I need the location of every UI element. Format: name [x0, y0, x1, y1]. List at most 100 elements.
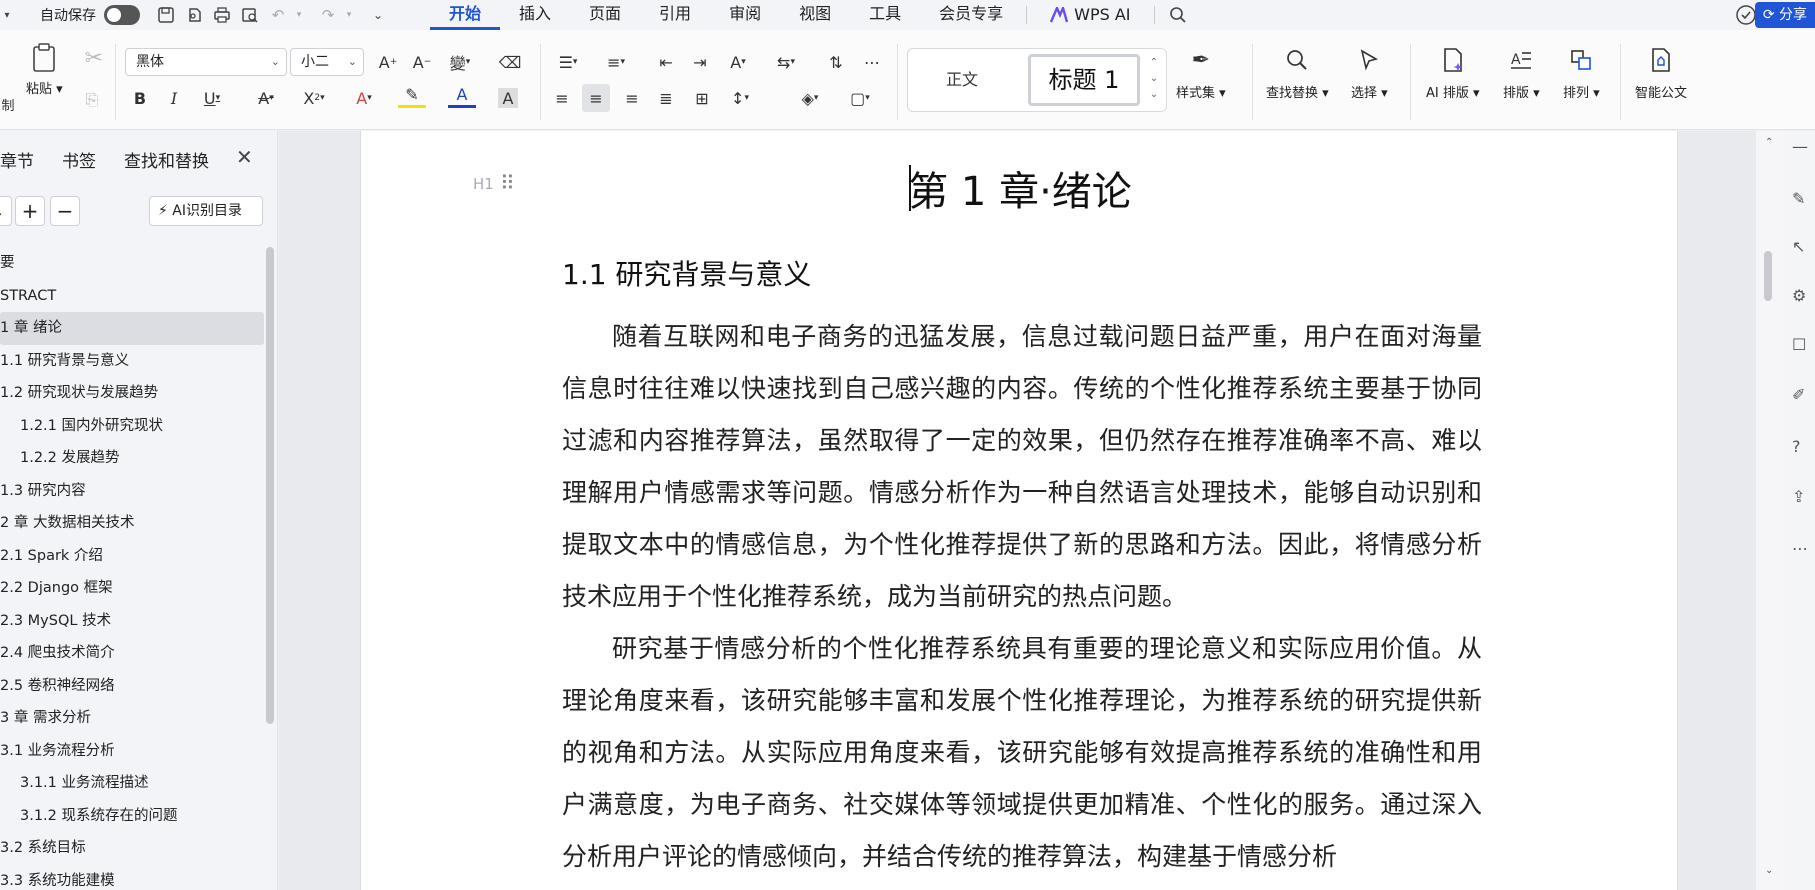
find-replace-button[interactable]: 查找替换 ▾ — [1266, 44, 1329, 101]
toc-item[interactable]: 3.1.1 业务流程描述 — [0, 767, 264, 800]
body-paragraph[interactable]: 研究基于情感分析的个性化推荐系统具有重要的理论意义和实际应用价值。从理论角度来看… — [562, 623, 1482, 883]
grow-font-icon[interactable]: A + — [374, 48, 402, 76]
text-effect-icon[interactable]: A ▾ — [350, 84, 378, 112]
ai-toc-button[interactable]: ⚡ AI识别目录 — [149, 196, 263, 226]
toc-item[interactable]: 3.2 系统目标 — [0, 832, 264, 865]
print-preview-icon[interactable] — [238, 3, 262, 27]
ai-layout-button[interactable]: AI 排版 ▾ — [1426, 44, 1480, 101]
justify-icon[interactable]: ≣ — [652, 84, 680, 112]
toc-item[interactable]: 2.1 Spark 介绍 — [0, 540, 264, 573]
toc-item[interactable]: 1.2 研究现状与发展趋势 — [0, 377, 264, 410]
distributed-icon[interactable]: ⊞ — [688, 84, 716, 112]
align-left-icon[interactable]: ≡ — [548, 84, 576, 112]
select-tool-icon[interactable]: ↖ — [1792, 237, 1805, 256]
toc-item-selected[interactable]: 1 章 绪论 — [0, 312, 264, 345]
toc-item[interactable]: 1.1 研究背景与意义 — [0, 345, 264, 378]
scroll-up-icon[interactable]: ⌃ — [1765, 137, 1773, 148]
help-icon[interactable]: ? — [1792, 437, 1801, 456]
edit-icon[interactable]: ✎ — [1792, 189, 1805, 208]
section-title[interactable]: 1.1 研究背景与意义 — [562, 253, 811, 293]
toc-item[interactable]: 1.3 研究内容 — [0, 475, 264, 508]
increase-indent-icon[interactable]: ⇥ — [686, 48, 714, 76]
toc-item[interactable]: 1.2.2 发展趋势 — [0, 442, 264, 475]
tab-bookmarks[interactable]: 书签 — [62, 147, 96, 172]
align-center-icon[interactable]: ≡ — [582, 84, 610, 112]
tab-home[interactable]: 开始 — [430, 0, 501, 30]
shading-icon[interactable]: ◈ ▾ — [796, 84, 824, 112]
tab-insert[interactable]: 插入 — [500, 0, 570, 30]
layout-button[interactable]: A 排版 ▾ — [1503, 44, 1540, 101]
bullet-list-icon[interactable]: ☰ ▾ — [554, 48, 582, 76]
scroll-down-icon[interactable]: ⌄ — [1765, 865, 1773, 876]
toc-item[interactable]: 要 — [0, 247, 264, 280]
export-pdf-icon[interactable] — [182, 3, 206, 27]
minimize-panel-icon[interactable]: — — [1792, 137, 1808, 156]
undo-icon[interactable]: ↶ — [266, 3, 290, 27]
redo-icon[interactable]: ↷ — [316, 3, 340, 27]
tab-review[interactable]: 审阅 — [710, 0, 780, 30]
line-spacing-icon[interactable]: ↕ ▾ — [726, 84, 754, 112]
decrease-indent-icon[interactable]: ⇤ — [652, 48, 680, 76]
tab-view[interactable]: 视图 — [780, 0, 850, 30]
show-marks-icon[interactable]: ⋯ — [858, 48, 886, 76]
undo-dropdown-icon[interactable]: ▾ — [294, 3, 304, 27]
customize-chevron-icon[interactable]: ⌄ — [366, 3, 390, 27]
more-icon[interactable]: ⋯ — [1792, 539, 1808, 558]
sort-icon[interactable]: ⇅ — [822, 48, 850, 76]
smart-document-button[interactable]: 智能公文 — [1635, 44, 1687, 101]
phonetic-guide-icon[interactable]: 變 ▾ — [446, 48, 474, 76]
paste-button[interactable]: 粘贴 ▾ — [26, 42, 63, 97]
strikethrough-icon[interactable]: A ▾ — [252, 84, 280, 112]
style-normal[interactable]: 正文 — [918, 57, 1006, 103]
tab-references[interactable]: 引用 — [640, 0, 710, 30]
numbered-list-icon[interactable]: ≡ ▾ — [602, 48, 630, 76]
toc-item[interactable]: 2.2 Django 框架 — [0, 572, 264, 605]
chapter-title[interactable]: 第 1 章·绪论 — [361, 159, 1679, 217]
print-icon[interactable] — [210, 3, 234, 27]
toc-item[interactable]: 3 章 需求分析 — [0, 702, 264, 735]
font-size-select[interactable]: 小二 ⌄ — [290, 48, 364, 76]
toc-item[interactable]: 2 章 大数据相关技术 — [0, 507, 264, 540]
body-paragraph[interactable]: 随着互联网和电子商务的迅猛发展，信息过载问题日益严重，用户在面对海量信息时往往难… — [562, 311, 1482, 623]
align-right-icon[interactable]: ≡ — [618, 84, 646, 112]
share-button[interactable]: ⟳ 分享 — [1754, 2, 1815, 28]
translate-icon[interactable]: ☐ — [1792, 335, 1806, 354]
font-color-icon[interactable]: A — [448, 84, 476, 108]
text-direction-icon[interactable]: A ▾ — [724, 48, 752, 76]
remove-heading-button[interactable]: − — [50, 196, 80, 226]
pen-icon[interactable]: ✐ — [1792, 385, 1805, 404]
tab-member[interactable]: 会员专享 — [920, 0, 1022, 30]
superscript-icon[interactable]: X 2 ▾ — [300, 84, 328, 112]
chevron-down-icon[interactable]: ▾ — [0, 3, 14, 27]
close-icon[interactable]: ✕ — [236, 145, 253, 169]
select-button[interactable]: 选择 ▾ — [1351, 44, 1388, 101]
toc-item[interactable]: 3.1.2 现系统存在的问题 — [0, 800, 264, 833]
underline-icon[interactable]: U ▾ — [198, 84, 226, 112]
toc-item[interactable]: 3.1 业务流程分析 — [0, 735, 264, 768]
autosave-toggle[interactable] — [104, 5, 140, 25]
highlight-icon[interactable]: ✎ — [398, 84, 426, 108]
style-set-button[interactable]: ✒ 样式集 ▾ — [1176, 44, 1226, 102]
tab-chapters[interactable]: 章节 — [0, 147, 34, 172]
cloud-sync-icon[interactable] — [1735, 4, 1757, 26]
italic-icon[interactable]: I — [160, 84, 188, 112]
tab-page[interactable]: 页面 — [570, 0, 640, 30]
navigation-pane-scrollbar[interactable] — [266, 247, 274, 724]
collapse-toc-button[interactable]: ⌄ — [0, 196, 12, 226]
share-tool-icon[interactable]: ⇪ — [1792, 487, 1805, 506]
style-heading-1[interactable]: 标题 1 — [1028, 54, 1140, 106]
tab-wps-ai[interactable]: WPS AI — [1031, 0, 1149, 30]
save-icon[interactable] — [154, 3, 178, 27]
document-scrollbar[interactable]: ⌃ ⌄ — [1756, 131, 1786, 890]
search-icon[interactable] — [1159, 0, 1197, 30]
add-heading-button[interactable]: + — [15, 196, 45, 226]
toc-item[interactable]: 3.3 系统功能建模 — [0, 865, 264, 890]
toc-item[interactable]: 2.5 卷积神经网络 — [0, 670, 264, 703]
properties-icon[interactable]: ⚙ — [1792, 286, 1806, 305]
tab-find-replace[interactable]: 查找和替换 — [124, 147, 209, 172]
borders-icon[interactable]: ▢ ▾ — [846, 84, 874, 112]
tab-tools[interactable]: 工具 — [850, 0, 920, 30]
toc-item[interactable]: STRACT — [0, 280, 264, 313]
font-name-select[interactable]: 黑体 ⌄ — [125, 48, 287, 76]
scrollbar-thumb[interactable] — [1764, 251, 1772, 301]
